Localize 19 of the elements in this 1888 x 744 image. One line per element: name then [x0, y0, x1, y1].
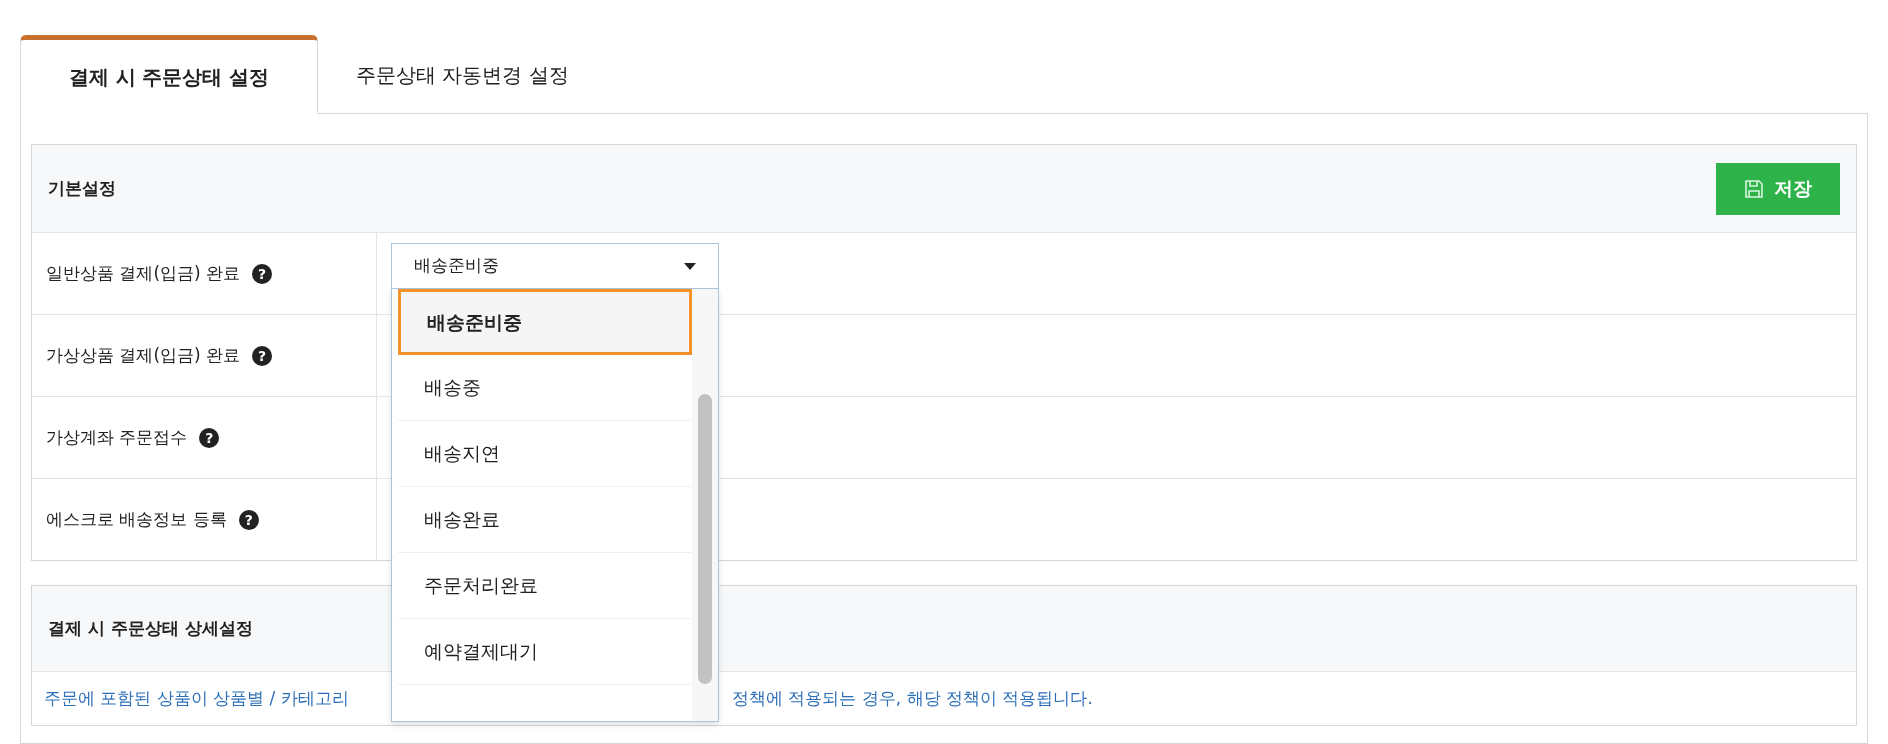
dropdown-option[interactable]: 배송준비중 [398, 289, 692, 355]
help-icon[interactable]: ? [252, 345, 273, 366]
field-label: 일반상품 결제(입금) 완료 [46, 261, 241, 285]
help-icon[interactable]: ? [252, 263, 273, 284]
caret-icon [684, 262, 696, 270]
field-label: 에스크로 배송정보 등록 [46, 507, 227, 531]
help-icon[interactable]: ? [238, 509, 259, 530]
note-text: 주문에 포함된 상품이 상품별 / 카테고리 [44, 687, 349, 708]
status-select[interactable]: 배송준비중 [391, 243, 719, 289]
panel-title: 결제 시 주문상태 상세설정 [48, 616, 253, 640]
scrollbar-thumb[interactable] [698, 394, 712, 684]
panel-title: 기본설정 [48, 176, 116, 200]
tab[interactable]: 주문상태 자동변경 설정 [318, 35, 607, 114]
tab[interactable]: 결제 시 주문상태 설정 [20, 35, 318, 114]
field-label: 가상상품 결제(입금) 완료 [46, 343, 241, 367]
save-icon [1744, 178, 1764, 199]
help-icon[interactable]: ? [199, 427, 220, 448]
field-label: 가상계좌 주문접수 [46, 425, 188, 449]
note-text: 정책에 적용되는 경우, 해당 정책이 적용됩니다. [732, 686, 1093, 710]
